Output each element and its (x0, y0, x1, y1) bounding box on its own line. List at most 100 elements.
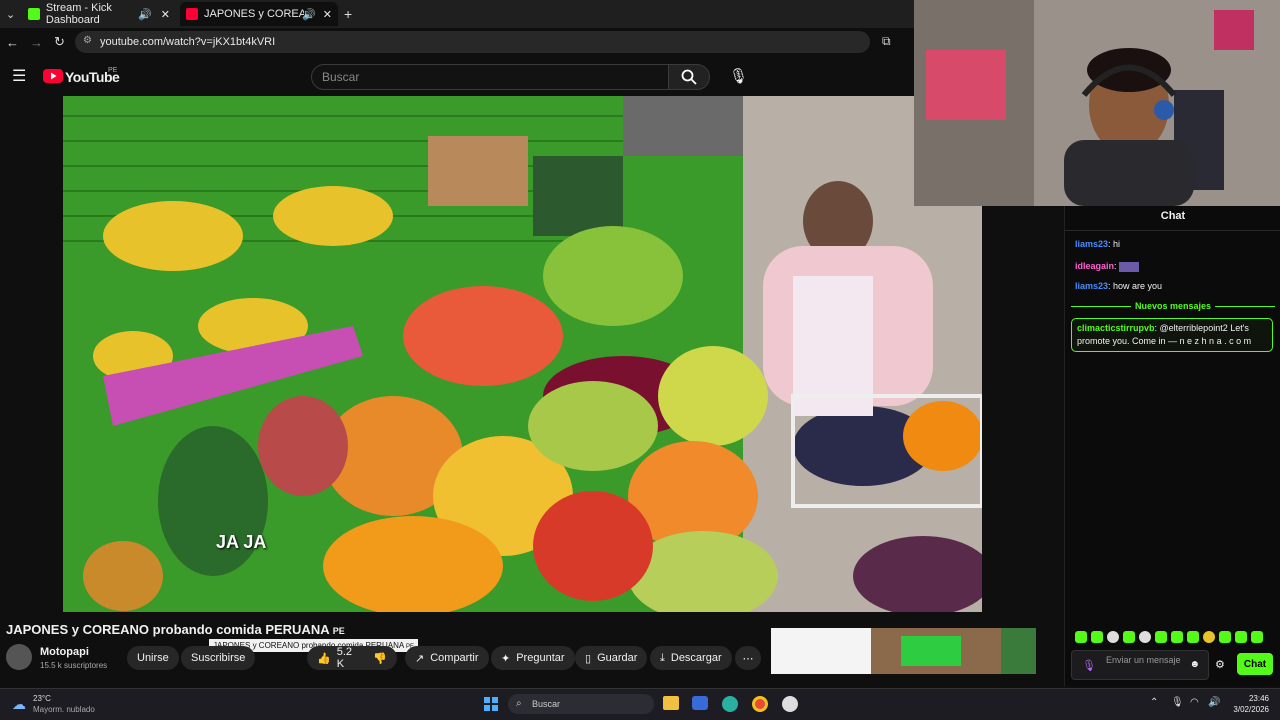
chat-username[interactable]: idleagain (1075, 261, 1114, 271)
chat-username[interactable]: liams23 (1075, 239, 1108, 249)
url-text: youtube.com/watch?v=jKX1bt4kVRI (100, 36, 276, 48)
like-icon[interactable]: 👍 (317, 652, 331, 665)
clock-time[interactable]: 23:46 (1237, 694, 1269, 703)
download-button[interactable]: ⤓ Descargar (650, 646, 732, 670)
store-icon[interactable] (692, 696, 708, 710)
emote-icon[interactable] (1155, 631, 1167, 643)
emote-icon[interactable] (1123, 631, 1135, 643)
tray-chevron-icon[interactable]: ⌃ (1150, 697, 1158, 708)
taskbar-search[interactable]: ⌕ Buscar (508, 694, 654, 714)
tab-kick-dashboard[interactable]: Stream - Kick Dashboard 🔊 ✕ (22, 2, 174, 26)
search-button[interactable] (668, 64, 710, 90)
save-label: Guardar (597, 652, 638, 664)
back-arrow-icon[interactable]: ← (6, 35, 19, 50)
emote-icon[interactable] (1251, 631, 1263, 643)
more-actions-button[interactable]: ⋯ (735, 646, 761, 670)
search-icon (681, 69, 697, 85)
taskbar-search-label: Buscar (532, 699, 561, 709)
search-icon: ⌕ (516, 698, 522, 709)
emote-icon[interactable] (1187, 631, 1199, 643)
weather-cloud-icon[interactable]: ☁ (12, 696, 26, 713)
chat-panel: Chat liams23: hi idleagain: liams23: how… (1064, 206, 1280, 686)
download-label: Descargar (670, 652, 722, 664)
like-count[interactable]: 5.2 K (337, 646, 360, 670)
emoji-icon[interactable]: ☻ (1189, 659, 1200, 670)
url-field[interactable]: ⚙ youtube.com/watch?v=jKX1bt4kVRI (75, 31, 870, 53)
weather-temp[interactable]: 23°C (33, 694, 51, 703)
emote-icon[interactable] (1139, 631, 1151, 643)
emote-icon[interactable] (1091, 631, 1103, 643)
youtube-logo-icon[interactable] (43, 69, 63, 83)
tab-youtube-video[interactable]: JAPONES y COREANO prob 🔊 ✕ (180, 2, 338, 26)
emote-icon[interactable] (1075, 631, 1087, 643)
channel-name[interactable]: Motopapi (40, 646, 89, 658)
obs-icon[interactable] (782, 696, 798, 712)
tab-close-icon[interactable]: ✕ (161, 8, 170, 21)
emote-icon[interactable] (1171, 631, 1183, 643)
tray-mic-icon[interactable]: 🎙 (1171, 697, 1184, 708)
emote-icon[interactable] (1219, 631, 1231, 643)
chat-text: : hi (1108, 239, 1121, 249)
file-explorer-icon[interactable] (663, 696, 679, 710)
windows-start-icon[interactable] (484, 697, 498, 711)
hamburger-menu-icon[interactable]: ☰ (12, 66, 26, 86)
reload-icon[interactable]: ↻ (54, 34, 65, 50)
chrome-icon[interactable] (752, 696, 768, 712)
emote-icon (1119, 261, 1140, 272)
clock-date[interactable]: 3/02/2026 (1222, 705, 1269, 714)
dislike-icon[interactable]: 👎 (373, 652, 387, 665)
youtube-favicon-icon (186, 8, 198, 20)
chat-input-placeholder: Enviar un mensaje (1106, 655, 1181, 665)
voice-search-icon[interactable]: 🎙 (729, 67, 748, 85)
chat-text: : how are you (1108, 281, 1163, 291)
ask-label: Preguntar (516, 652, 565, 664)
subscribe-button[interactable]: Suscribirse (181, 646, 256, 670)
tab-close-icon[interactable]: ✕ (323, 8, 332, 21)
tray-wifi-icon[interactable]: ◠ (1190, 697, 1199, 708)
ask-button[interactable]: ✦ Preguntar (491, 646, 575, 670)
share-button[interactable]: ↗ Compartir (405, 646, 489, 670)
chat-header-divider (1065, 230, 1280, 231)
highlighted-message: climacticstirrupvb: @elterriblepoint2 Le… (1071, 318, 1273, 352)
video-player[interactable]: JA JA (63, 96, 982, 612)
new-tab-icon[interactable]: + (344, 6, 352, 22)
windows-taskbar: ☁ 23°C Mayorm. nublado ⌕ Buscar ⌃ 🎙 ◠ 🔊 … (0, 688, 1280, 720)
chat-send-button[interactable]: Chat (1237, 653, 1273, 675)
emote-icon[interactable] (1203, 631, 1215, 643)
join-label: Unirse (137, 652, 169, 664)
divider-line (1071, 305, 1131, 307)
chat-input[interactable]: 🎙 Enviar un mensaje ☻ (1071, 650, 1209, 680)
chat-settings-gear-icon[interactable]: ⚙ (1215, 658, 1225, 671)
microphone-icon[interactable]: 🎙 (1082, 659, 1096, 672)
channel-avatar[interactable] (6, 644, 32, 670)
subscriber-count: 15.5 k suscriptores (40, 661, 108, 670)
emote-icon[interactable] (1235, 631, 1247, 643)
forward-arrow-icon[interactable]: → (30, 35, 43, 50)
browser-tab-bar: ⌄ Stream - Kick Dashboard 🔊 ✕ JAPONES y … (0, 0, 914, 28)
ad-banner-image (771, 628, 1036, 674)
emote-icon[interactable] (1107, 631, 1119, 643)
save-button[interactable]: ▯ Guardar (575, 646, 648, 670)
chat-username[interactable]: climacticstirrupvb (1077, 323, 1155, 333)
chat-message: idleagain: (1075, 261, 1140, 272)
chat-header: Chat (1160, 210, 1186, 222)
extensions-icon[interactable]: ⧉ (882, 34, 891, 49)
subscribe-label: Suscribirse (191, 652, 246, 664)
tab-audio-icon[interactable]: 🔊 (138, 8, 152, 21)
join-button[interactable]: Unirse (127, 646, 179, 670)
more-dots-icon: ⋯ (742, 652, 754, 665)
tray-volume-icon[interactable]: 🔊 (1208, 697, 1220, 708)
search-input[interactable]: Buscar (311, 64, 669, 90)
title-flag: PE (332, 626, 345, 636)
tab-list-chevron-icon[interactable]: ⌄ (6, 8, 15, 21)
site-info-icon[interactable]: ⚙ (83, 35, 92, 46)
sparkle-icon: ✦ (501, 652, 511, 665)
tab-audio-icon[interactable]: 🔊 (302, 8, 316, 21)
tab-label: JAPONES y COREANO prob (204, 8, 304, 20)
ad-banner[interactable] (771, 628, 1036, 674)
edge-icon[interactable] (722, 696, 738, 712)
chat-message: liams23: hi (1075, 239, 1120, 249)
video-frame-image (63, 96, 982, 612)
weather-status: Mayorm. nublado (33, 705, 95, 714)
chat-username[interactable]: liams23 (1075, 281, 1108, 291)
